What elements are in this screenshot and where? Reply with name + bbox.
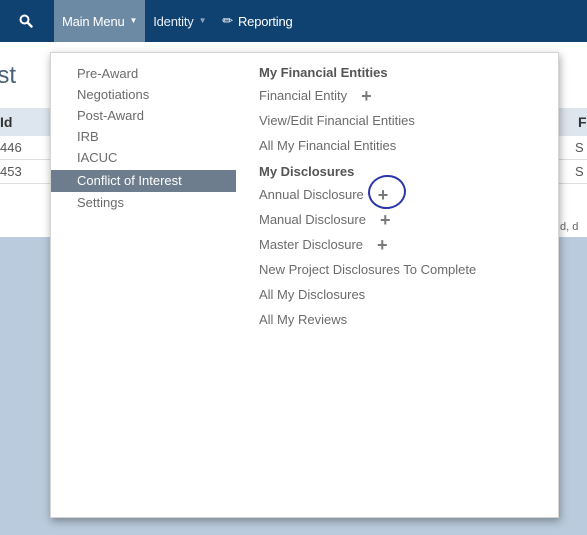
menu-item-master-disclosure[interactable]: Master Disclosure + — [259, 232, 549, 257]
search-icon — [19, 14, 33, 28]
menu-item-settings[interactable]: Settings — [51, 192, 236, 213]
reporting-label: Reporting — [237, 13, 293, 29]
main-menu-panel: Pre-Award Negotiations Post-Award IRB IA… — [50, 52, 559, 518]
table-cell-f: S — [575, 164, 584, 179]
menu-item-label: New Project Disclosures To Complete — [259, 262, 477, 277]
module-list: Pre-Award Negotiations Post-Award IRB IA… — [51, 63, 236, 213]
menu-item-label: All My Financial Entities — [259, 138, 397, 153]
menu-item-label: All My Reviews — [259, 312, 348, 327]
add-manual-disclosure-plus-icon[interactable]: + — [380, 211, 391, 229]
identity-dropdown[interactable]: Identity ▼ — [145, 0, 214, 42]
caret-down-icon: ▼ — [198, 15, 207, 25]
menu-item-annual-disclosure[interactable]: Annual Disclosure + — [259, 172, 549, 211]
add-financial-entity-plus-icon[interactable]: + — [361, 87, 372, 105]
menu-item-label: All My Disclosures — [259, 287, 366, 302]
menu-item-negotiations[interactable]: Negotiations — [51, 84, 236, 105]
menu-item-label: Financial Entity — [259, 88, 348, 103]
menu-item-irb[interactable]: IRB — [51, 126, 236, 147]
table-note: d, d — [560, 221, 579, 233]
coi-submenu: My Financial Entities Financial Entity +… — [259, 63, 549, 332]
main-menu-dropdown[interactable]: Main Menu ▼ — [54, 0, 146, 42]
pencil-icon: ✏ — [222, 13, 233, 28]
section-heading-my-disclosures: My Disclosures — [259, 164, 355, 179]
identity-label: Identity — [153, 13, 194, 29]
menu-item-label: Annual Disclosure — [259, 187, 364, 202]
menu-item-post-award[interactable]: Post-Award — [51, 105, 236, 126]
menu-item-label: View/Edit Financial Entities — [259, 113, 415, 128]
section-heading-financial-entities: My Financial Entities — [259, 65, 388, 80]
menu-item-pre-award[interactable]: Pre-Award — [51, 63, 236, 84]
table-cell-id: 453 — [0, 164, 22, 179]
main-menu-label: Main Menu — [62, 13, 125, 29]
add-master-disclosure-plus-icon[interactable]: + — [377, 236, 388, 254]
search-button[interactable] — [0, 0, 52, 42]
add-annual-disclosure-plus-icon[interactable]: + — [365, 172, 408, 211]
column-header-id: Id — [0, 114, 13, 130]
reporting-link[interactable]: ✏ Reporting — [214, 0, 300, 42]
column-header-f: F — [578, 114, 587, 130]
menu-item-all-my-financial-entities[interactable]: All My Financial Entities — [259, 133, 549, 158]
menu-item-iacuc[interactable]: IACUC — [51, 147, 236, 168]
table-cell-f: S — [575, 140, 584, 155]
top-navbar: Main Menu ▼ Identity ▼ ✏ Reporting — [0, 0, 587, 42]
menu-item-manual-disclosure[interactable]: Manual Disclosure + — [259, 207, 549, 232]
caret-down-icon: ▼ — [129, 15, 138, 25]
menu-item-label: Manual Disclosure — [259, 212, 366, 227]
menu-item-all-my-reviews[interactable]: All My Reviews — [259, 307, 549, 332]
menu-item-all-my-disclosures[interactable]: All My Disclosures — [259, 282, 549, 307]
page-title: ist — [0, 62, 16, 89]
menu-item-new-project-disclosures[interactable]: New Project Disclosures To Complete — [259, 257, 549, 282]
menu-item-conflict-of-interest[interactable]: Conflict of Interest — [51, 170, 236, 192]
menu-item-financial-entity[interactable]: Financial Entity + — [259, 83, 549, 108]
menu-item-label: Master Disclosure — [259, 237, 364, 252]
table-cell-id: 446 — [0, 140, 22, 155]
menu-item-view-edit-financial-entities[interactable]: View/Edit Financial Entities — [259, 108, 549, 133]
